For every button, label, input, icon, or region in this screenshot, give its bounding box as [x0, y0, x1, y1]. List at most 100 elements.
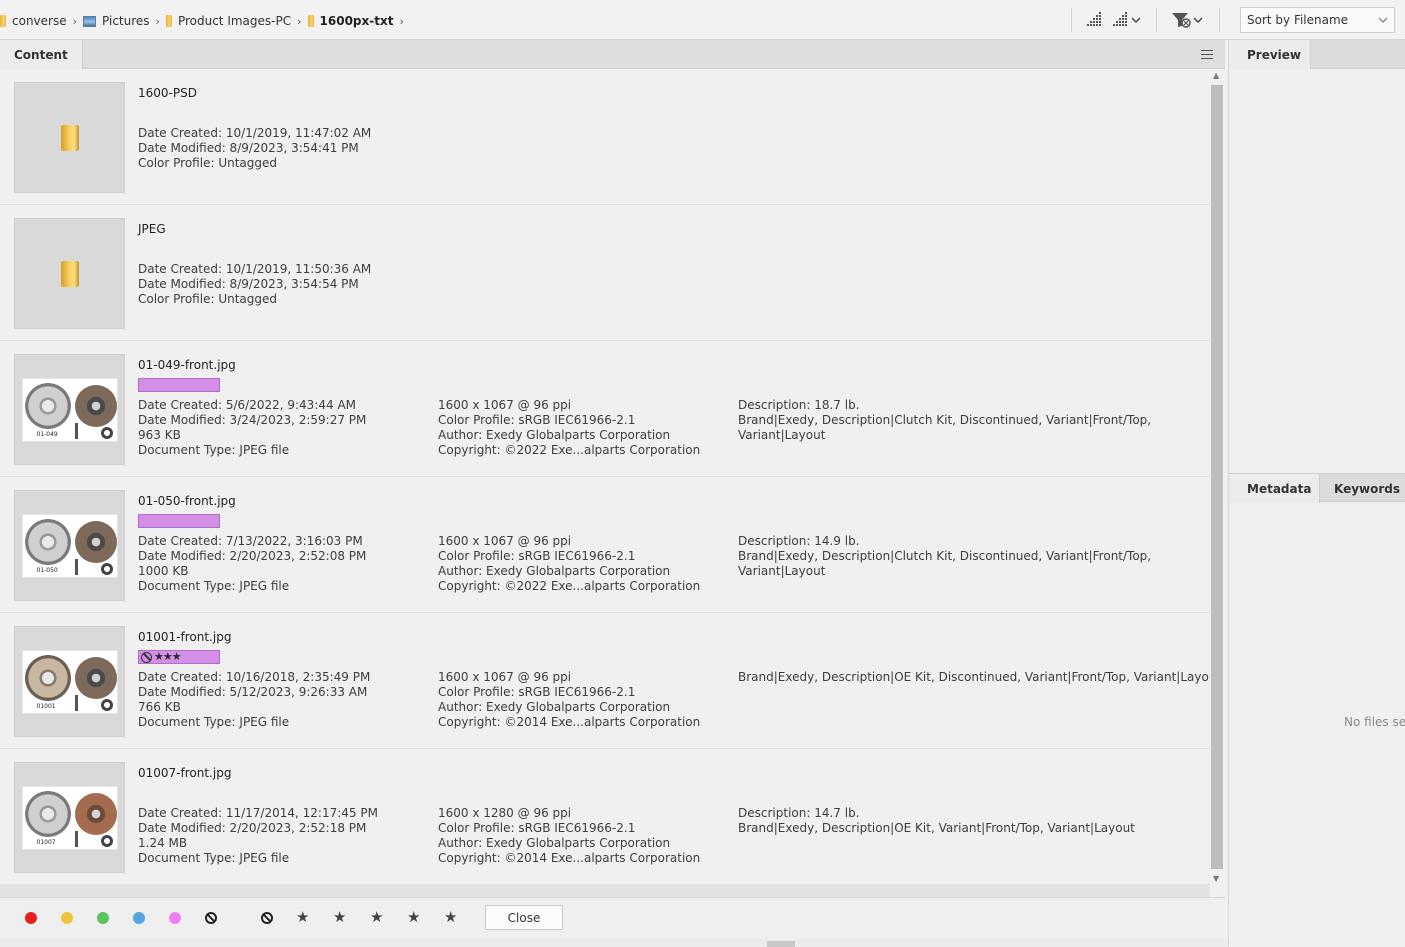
star-icon[interactable]: ★ [296, 908, 309, 926]
purple-label-button[interactable] [169, 912, 181, 924]
product-photo: 01-050 [21, 513, 118, 578]
vertical-scrollbar[interactable]: ▲ ▼ [1210, 69, 1224, 885]
thumbnail[interactable]: 01001 [14, 626, 125, 737]
horizontal-scrollbar[interactable] [0, 885, 1210, 897]
filter-icon [1172, 13, 1203, 28]
meta-line: 1600 x 1280 @ 96 ppi [438, 806, 572, 820]
sort-dropdown[interactable]: Sort by Filename [1240, 7, 1395, 33]
list-item[interactable]: 01007 01007-front.jpg Date Created: 11/1… [0, 749, 1210, 885]
thumbnail[interactable] [14, 82, 125, 193]
quality-dropdown-button[interactable] [1112, 8, 1142, 32]
meta-line: Brand|Exedy, Description|Clutch Kit, Dis… [738, 413, 1152, 427]
filter-button[interactable] [1171, 8, 1205, 32]
file-name[interactable]: 1600-PSD [138, 86, 197, 100]
panel-menu-icon[interactable] [1201, 50, 1213, 59]
folder-icon [60, 124, 79, 151]
thumbnail-size-slider[interactable] [767, 941, 795, 947]
yellow-label-button[interactable] [61, 912, 73, 924]
green-label-button[interactable] [97, 912, 109, 924]
tab-keywords[interactable]: Keywords [1320, 474, 1405, 503]
meta-line: Description: 18.7 lb. [738, 398, 860, 412]
meta-line: Document Type: JPEG file [138, 443, 290, 457]
meta-line: 1000 KB [138, 564, 189, 578]
no-label-icon[interactable] [205, 912, 217, 924]
list-item[interactable]: 1600-PSD Date Created: 10/1/2019, 11:47:… [0, 69, 1210, 205]
quality-dropdown-icon [1113, 12, 1141, 26]
scroll-up-icon[interactable]: ▲ [1213, 71, 1219, 80]
thumbnail[interactable]: 01-050 [14, 490, 125, 601]
part-number-caption: 01-050 [36, 566, 58, 574]
file-name[interactable]: 01007-front.jpg [138, 766, 231, 780]
scrollbar-thumb[interactable] [1211, 85, 1223, 869]
blue-label-button[interactable] [133, 912, 145, 924]
meta-line: Document Type: JPEG file [138, 579, 290, 593]
thumbnail[interactable] [14, 218, 125, 329]
meta-line: Date Modified: 5/12/2023, 9:26:33 AM [138, 685, 368, 699]
meta-line: Color Profile: sRGB IEC61966-2.1 [438, 413, 636, 427]
divider [1156, 8, 1157, 32]
meta-line: Copyright: ©2022 Exe...alparts Corporati… [438, 443, 701, 457]
clutch-disc-image [74, 792, 117, 835]
metadata-column-2: 1600 x 1067 @ 96 ppi Color Profile: sRGB… [438, 670, 700, 730]
file-name[interactable]: JPEG [138, 222, 166, 236]
chevron-right-icon[interactable]: › [399, 15, 403, 28]
content-list: 1600-PSD Date Created: 10/1/2019, 11:47:… [0, 69, 1210, 885]
meta-line: Document Type: JPEG file [138, 851, 290, 865]
thumbnail[interactable]: 01007 [14, 762, 125, 873]
meta-line: Date Modified: 8/9/2023, 3:54:54 PM [138, 277, 359, 291]
chevron-down-icon [1378, 17, 1388, 23]
thumbnail[interactable]: 01-049 [14, 354, 125, 465]
list-item[interactable]: JPEG Date Created: 10/1/2019, 11:50:36 A… [0, 205, 1210, 341]
scroll-down-icon[interactable]: ▼ [1213, 874, 1219, 883]
quality-button[interactable] [1086, 8, 1104, 32]
right-panel: Preview Metadata Keywords No files sele [1228, 40, 1405, 947]
metadata-column-1: Date Created: 10/1/2019, 11:47:02 AM Dat… [138, 126, 371, 171]
color-label [138, 378, 220, 392]
meta-line: 1.24 MB [138, 836, 188, 850]
metadata-column-3: Description: 18.7 lb. Brand|Exedy, Descr… [738, 398, 1151, 443]
close-button[interactable]: Close [485, 905, 563, 930]
breadcrumb-label: 1600px-txt [319, 14, 394, 28]
breadcrumb-item-product-images[interactable]: Product Images-PC [165, 13, 291, 29]
red-label-button[interactable] [25, 912, 37, 924]
bearing-image [100, 562, 113, 575]
pictures-icon [83, 15, 97, 27]
color-label: ★★★ [138, 650, 220, 664]
meta-line: Brand|Exedy, Description|Clutch Kit, Dis… [738, 549, 1152, 563]
file-name[interactable]: 01001-front.jpg [138, 630, 231, 644]
list-item[interactable]: 01-049 01-049-front.jpg Date Created: 5/… [0, 341, 1210, 477]
meta-line: Description: 14.7 lb. [738, 806, 860, 820]
product-photo: 01007 [21, 785, 118, 850]
chevron-right-icon[interactable]: › [297, 15, 301, 28]
meta-line: Author: Exedy Globalparts Corporation [438, 836, 671, 850]
list-item[interactable]: 01-050 01-050-front.jpg Date Created: 7/… [0, 477, 1210, 613]
reject-icon[interactable] [261, 912, 273, 924]
tab-content[interactable]: Content [0, 40, 83, 69]
tab-preview[interactable]: Preview [1229, 40, 1311, 69]
breadcrumb-item-current[interactable]: 1600px-txt [307, 13, 394, 29]
breadcrumb: converse › Pictures › Product Images-PC … [0, 13, 410, 29]
star-icon[interactable]: ★ [444, 908, 457, 926]
breadcrumb-item-pictures[interactable]: Pictures [83, 13, 150, 29]
chevron-right-icon[interactable]: › [73, 15, 77, 28]
breadcrumb-item-converse[interactable]: converse [0, 13, 67, 29]
star-icon[interactable]: ★ [370, 908, 383, 926]
tab-label: Preview [1247, 47, 1302, 62]
chevron-right-icon[interactable]: › [156, 15, 160, 28]
file-name[interactable]: 01-049-front.jpg [138, 358, 236, 372]
preview-panel-header: Preview [1229, 40, 1405, 69]
file-name[interactable]: 01-050-front.jpg [138, 494, 236, 508]
meta-line: 766 KB [138, 700, 181, 714]
star-icon[interactable]: ★ [407, 908, 420, 926]
list-item[interactable]: 01001 01001-front.jpg ★★★ Date Created: … [0, 613, 1210, 749]
meta-line: 1600 x 1067 @ 96 ppi [438, 398, 572, 412]
alignment-tool-image [74, 830, 78, 847]
star-rating[interactable]: ★★★ [154, 651, 182, 663]
bottom-toolbar: ★ ★ ★ ★ ★ Close [0, 897, 1225, 939]
star-icon[interactable]: ★ [333, 908, 346, 926]
part-number-caption: 01-049 [36, 430, 58, 438]
meta-line: Date Created: 11/17/2014, 12:17:45 PM [138, 806, 378, 820]
empty-selection-text: No files sele [1344, 715, 1405, 729]
metadata-column-1: Date Created: 10/1/2019, 11:50:36 AM Dat… [138, 262, 371, 307]
tab-metadata[interactable]: Metadata [1229, 474, 1320, 503]
